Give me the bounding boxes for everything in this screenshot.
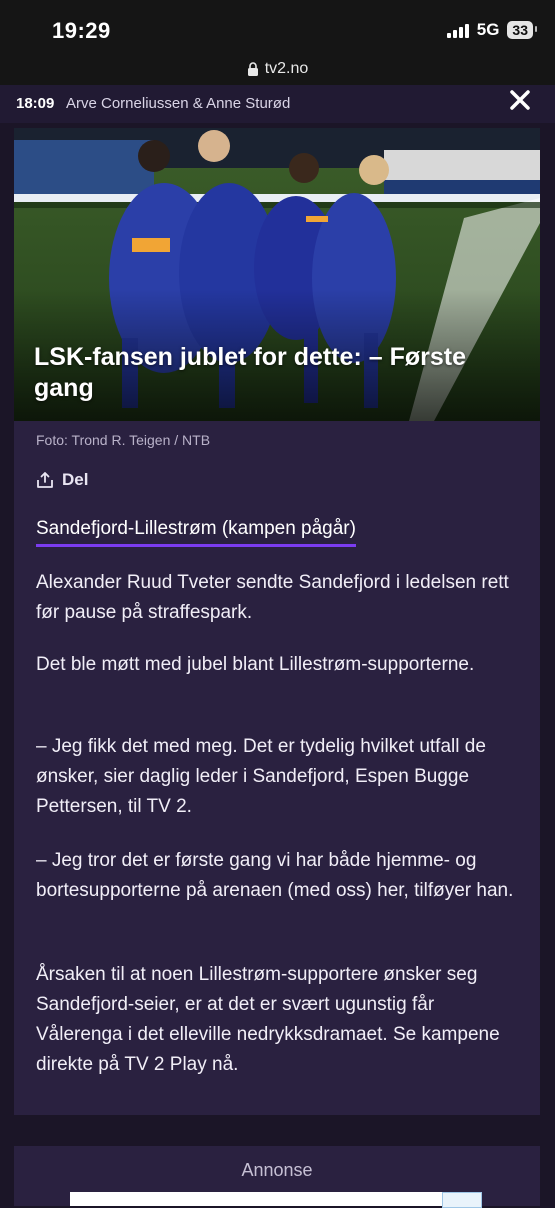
share-label: Del [62, 470, 89, 489]
article-card: LSK-fansen jublet for dette: – Første ga… [14, 128, 540, 1115]
hero-image: LSK-fansen jublet for dette: – Første ga… [14, 128, 540, 421]
status-bar: 19:29 5G 33 [0, 0, 555, 52]
close-icon [510, 90, 530, 110]
paragraph-3: – Jeg fikk det med meg. Det er tydelig h… [36, 736, 486, 817]
battery-icon: 33 [507, 21, 537, 39]
address-bar[interactable]: tv2.no [0, 52, 555, 85]
ad-choices-icon[interactable] [442, 1192, 482, 1208]
match-link[interactable]: Sandefjord-Lillestrøm (kampen pågår) [36, 518, 356, 547]
paragraph-1: Alexander Ruud Tveter sendte Sandefjord … [36, 572, 509, 623]
article-title: LSK-fansen jublet for dette: – Første ga… [34, 343, 466, 402]
url-text: tv2.no [264, 59, 309, 77]
status-indicators: 5G 33 [446, 20, 537, 40]
status-time: 19:29 [52, 18, 111, 43]
share-button[interactable]: Del [36, 470, 88, 490]
network-type: 5G [476, 20, 500, 39]
paragraph-5: Årsaken til at noen Lillestrøm-supporter… [36, 964, 500, 1075]
article-meta: 18:09 Arve Corneliussen & Anne Sturød [0, 85, 555, 123]
publish-time: 18:09 [16, 95, 55, 112]
paragraph-4: – Jeg tror det er første gang vi har båd… [36, 850, 514, 901]
close-button[interactable] [509, 89, 531, 111]
article-authors: Arve Corneliussen & Anne Sturød [66, 95, 291, 112]
signal-icon [446, 22, 469, 38]
photo-credit: Foto: Trond R. Teigen / NTB [36, 432, 211, 448]
lock-icon [247, 61, 259, 76]
share-icon [37, 472, 53, 488]
ad-label: Annonse [241, 1160, 313, 1180]
ad-banner[interactable] [70, 1192, 482, 1206]
paragraph-2: Det ble møtt med jubel blant Lillestrøm-… [36, 654, 475, 675]
ad-container: Annonse [14, 1146, 540, 1208]
